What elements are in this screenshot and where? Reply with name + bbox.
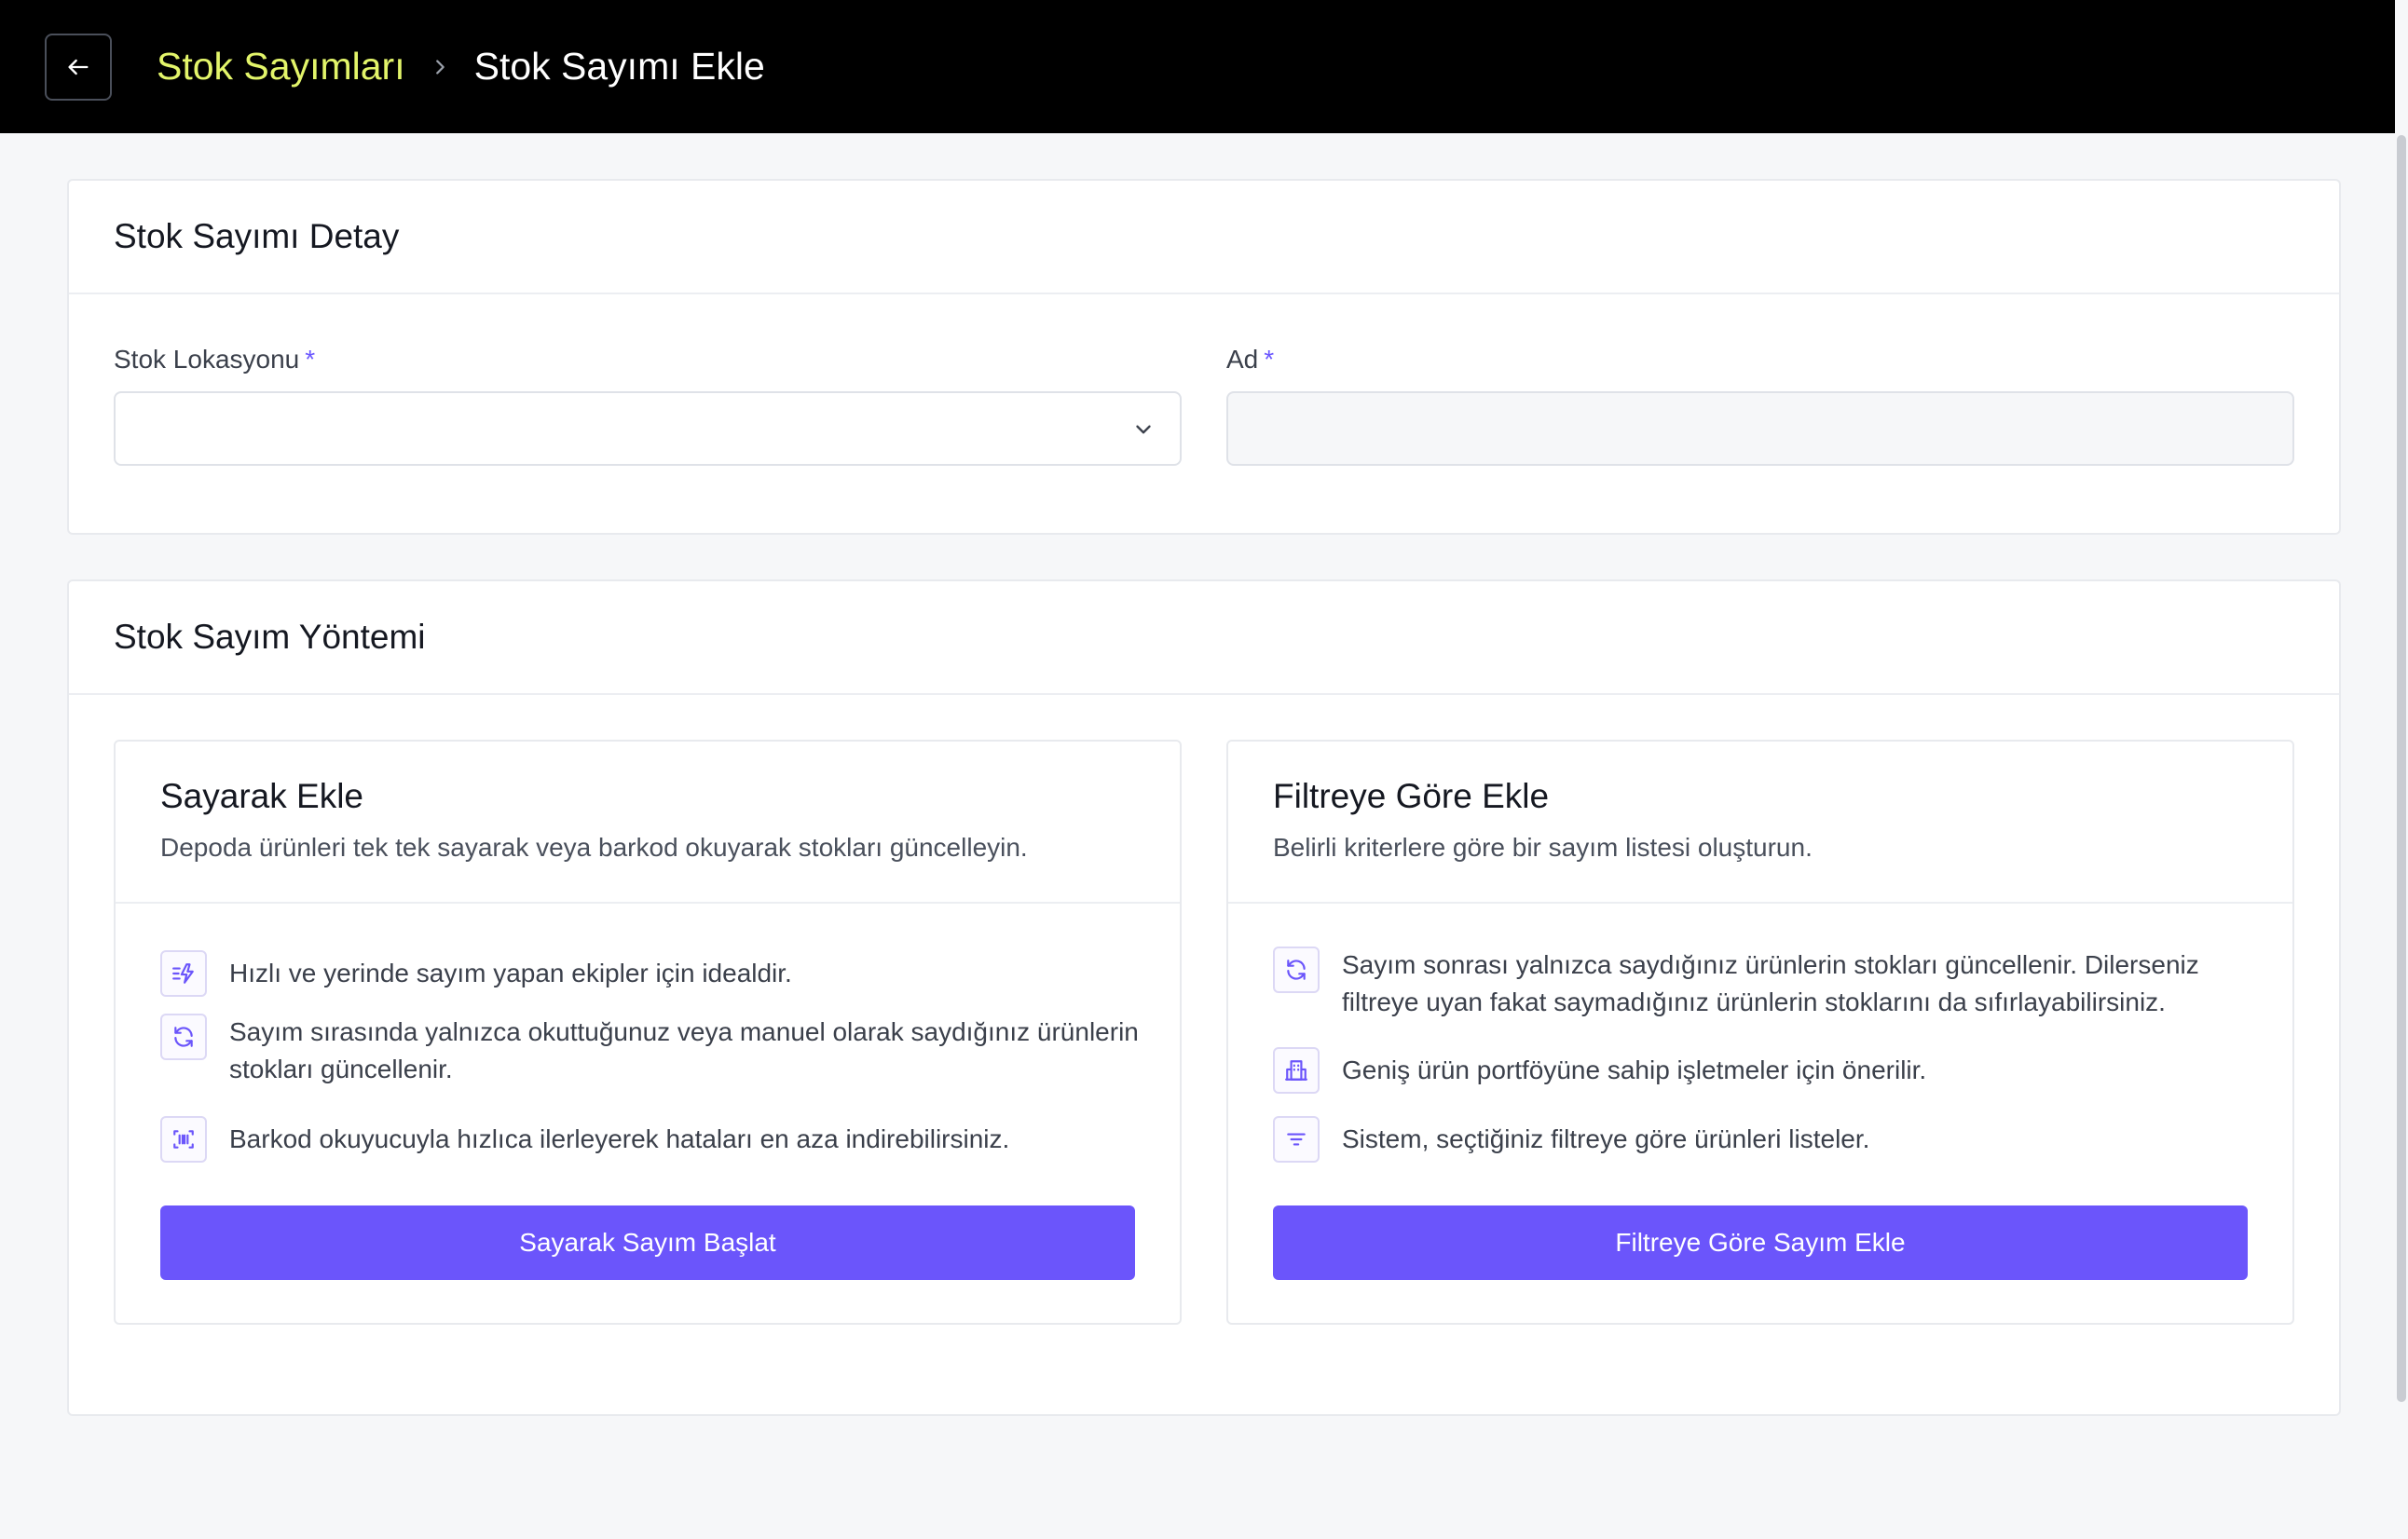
feature-item: Sayım sonrası yalnızca saydığınız ürünle… [1273,947,2261,1021]
breadcrumb-current: Stok Sayımı Ekle [473,45,765,88]
breadcrumb: Stok Sayımları Stok Sayımı Ekle [157,0,765,133]
filter-icon [1273,1116,1320,1163]
building-icon [1273,1047,1320,1094]
name-label: Ad * [1226,345,1274,375]
location-select[interactable] [114,391,1182,466]
feature-item: Barkod okuyucuyla hızlıca ilerleyerek ha… [160,1116,1009,1163]
chevron-right-icon [430,57,450,77]
fast-icon [160,950,207,997]
back-button[interactable] [45,34,112,101]
detail-card-title: Stok Sayımı Detay [69,181,2339,294]
name-input[interactable] [1226,391,2294,466]
option-header: Sayarak Ekle Depoda ürünleri tek tek say… [116,742,1180,904]
stock-count-method-card: Stok Sayım Yöntemi Sayarak Ekle Depoda ü… [67,579,2341,1416]
option-description: Depoda ürünleri tek tek sayarak veya bar… [160,833,1028,862]
feature-text: Sayım sonrası yalnızca saydığınız ürünle… [1342,950,2199,1016]
required-mark: * [1264,345,1275,374]
count-by-filter-option: Filtreye Göre Ekle Belirli kriterlere gö… [1226,740,2294,1325]
scrollbar-track[interactable] [2395,0,2408,1539]
feature-text: Sayım sırasında yalnızca okuttuğunuz vey… [229,1017,1139,1083]
count-by-scanning-option: Sayarak Ekle Depoda ürünleri tek tek say… [114,740,1182,1325]
feature-text: Hızlı ve yerinde sayım yapan ekipler içi… [229,959,792,987]
chevron-down-icon [1136,425,1151,434]
required-mark: * [305,345,316,374]
feature-item: Hızlı ve yerinde sayım yapan ekipler içi… [160,950,792,997]
barcode-scan-icon [160,1116,207,1163]
method-card-title: Stok Sayım Yöntemi [69,581,2339,695]
option-title: Sayarak Ekle [160,777,363,815]
top-bar: Stok Sayımları Stok Sayımı Ekle [0,0,2408,133]
location-label: Stok Lokasyonu * [114,345,315,375]
feature-text: Sistem, seçtiğiniz filtreye göre ürünler… [1342,1124,1870,1153]
option-description: Belirli kriterlere göre bir sayım listes… [1273,833,1813,862]
feature-item: Sayım sırasında yalnızca okuttuğunuz vey… [160,1014,1139,1088]
option-title: Filtreye Göre Ekle [1273,777,1550,815]
feature-text: Geniş ürün portföyüne sahip işletmeler i… [1342,1056,1927,1084]
option-header: Filtreye Göre Ekle Belirli kriterlere gö… [1228,742,2292,904]
stock-count-detail-card: Stok Sayımı Detay Stok Lokasyonu * Ad * [67,179,2341,535]
location-label-text: Stok Lokasyonu [114,345,300,374]
add-filter-count-button[interactable]: Filtreye Göre Sayım Ekle [1273,1205,2248,1280]
feature-item: Geniş ürün portföyüne sahip işletmeler i… [1273,1047,1926,1094]
breadcrumb-parent-link[interactable]: Stok Sayımları [157,45,405,89]
name-label-text: Ad [1226,345,1259,374]
feature-text: Barkod okuyucuyla hızlıca ilerleyerek ha… [229,1124,1010,1153]
scrollbar-thumb[interactable] [2397,135,2406,1402]
arrow-left-icon [68,59,89,75]
refresh-icon [1273,947,1320,993]
refresh-icon [160,1014,207,1060]
start-scan-count-button[interactable]: Sayarak Sayım Başlat [160,1205,1135,1280]
feature-item: Sistem, seçtiğiniz filtreye göre ürünler… [1273,1116,1869,1163]
